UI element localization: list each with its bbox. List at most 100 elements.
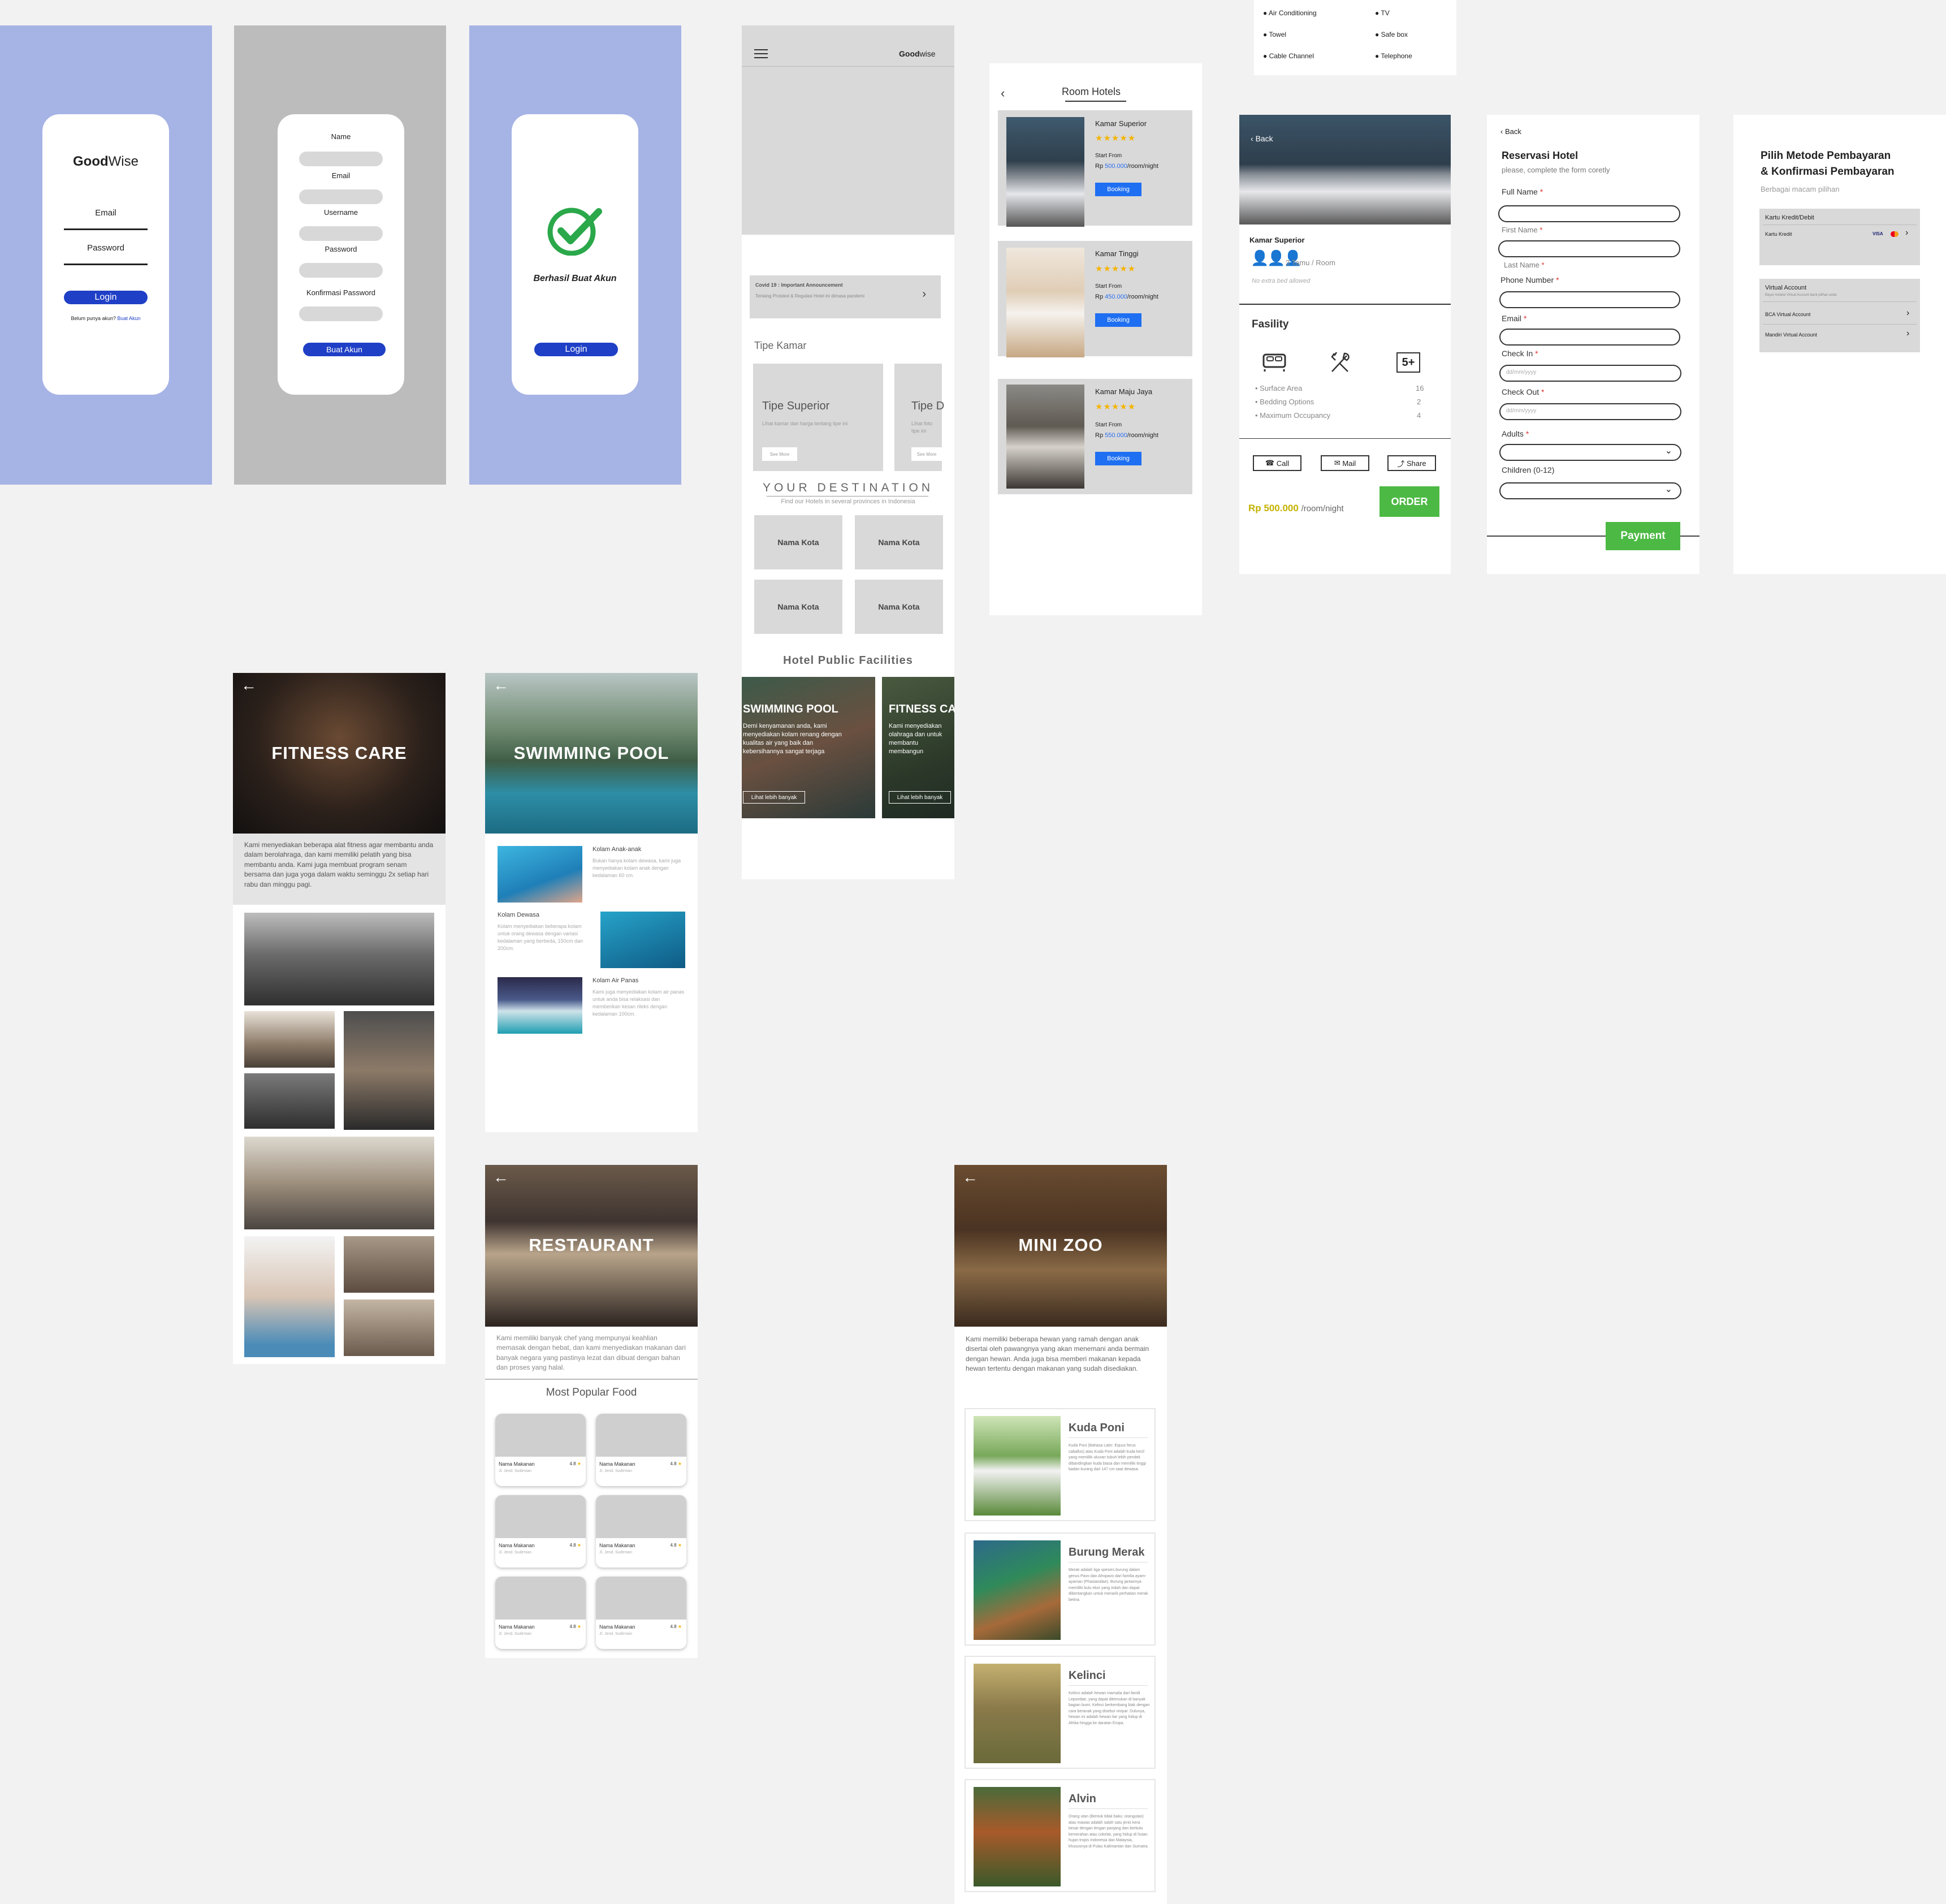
divider [1763, 224, 1917, 225]
food-card[interactable]: Nama Makanan 4.8 ★ Jl. Jend. Sudirman [495, 1414, 586, 1486]
chevron-right-icon[interactable]: › [1906, 308, 1909, 318]
register-screen: Name Email Username Password Konfirmasi … [234, 25, 446, 485]
card-option[interactable]: Kartu Kredit [1765, 231, 1792, 237]
menu-icon[interactable] [754, 48, 768, 58]
room-type-card-superior[interactable]: Tipe Superior Lihat kamar dan harga tent… [753, 364, 883, 471]
chevron-right-icon[interactable]: › [1906, 329, 1909, 339]
facility-card-fitness[interactable]: FITNESS CA Kami menyediakan olahraga dan… [882, 677, 954, 818]
animal-card[interactable]: Alvin Orang utan (Bentuk tidak baku: ora… [965, 1779, 1156, 1892]
see-more-button[interactable]: See More [762, 447, 797, 461]
username-label: Username [324, 208, 358, 217]
last-name-label: Last Name * [1504, 261, 1545, 269]
zoo-hero: ← MINI ZOO [954, 1165, 1167, 1327]
pool-photo [498, 846, 582, 903]
see-more-button[interactable]: See More [911, 447, 942, 461]
confirm-password-field[interactable] [299, 306, 383, 321]
password-field[interactable] [64, 264, 148, 265]
animal-description: Kelinci adalah hewan mamalia dari famili… [1069, 1691, 1150, 1725]
va-option[interactable]: BCA Virtual Account [1765, 312, 1810, 317]
confirm-password-label: Konfirmasi Password [306, 288, 376, 297]
facility-row-value: 2 [1417, 398, 1421, 406]
guests-count: 3 Tamu / Room [1286, 258, 1335, 267]
fitness-description: Kami menyediakan beberapa alat fitness a… [244, 841, 434, 888]
phone-field[interactable] [1499, 291, 1680, 308]
facility-row-value: 4 [1417, 411, 1421, 420]
booking-button[interactable]: Booking [1095, 452, 1141, 465]
password-field[interactable] [299, 263, 383, 278]
star-icon: ★ [677, 1461, 682, 1466]
username-field[interactable] [299, 226, 383, 241]
email-field[interactable] [64, 228, 148, 230]
facility-card-pool[interactable]: SWIMMING POOL Demi kenyamanan anda, kami… [742, 677, 875, 818]
city-card[interactable]: Nama Kota [754, 515, 842, 569]
full-name-label: Full Name * [1502, 187, 1543, 196]
group-title: Kartu Kredit/Debit [1765, 214, 1814, 221]
announcement-banner[interactable]: Covid 19 : Important Announcement Tentan… [750, 275, 941, 318]
login-button[interactable]: Login [534, 343, 618, 356]
room-type-title: Tipe D [911, 400, 945, 412]
animal-name: Burung Merak [1069, 1546, 1145, 1558]
back-arrow-icon[interactable]: ← [241, 676, 257, 694]
booking-button[interactable]: Booking [1095, 313, 1141, 327]
facility-more-button[interactable]: Lihat lebih banyak [889, 791, 951, 804]
login-card: GoodWise Email Password Login Belum puny… [42, 114, 169, 395]
first-name-field[interactable] [1498, 205, 1680, 222]
food-card[interactable]: Nama Makanan 4.8 ★ Jl. Jend. Sudirman [596, 1414, 686, 1486]
divider [485, 1379, 698, 1380]
email-label: Email [331, 171, 351, 180]
booking-button[interactable]: Booking [1095, 183, 1141, 196]
bed-icon [1262, 351, 1287, 373]
room-name: Kamar Superior [1095, 119, 1147, 128]
last-name-field[interactable] [1498, 240, 1680, 257]
payment-button[interactable]: Payment [1606, 522, 1680, 550]
children-label: Children (0-12) [1502, 465, 1555, 474]
login-button[interactable]: Login [64, 291, 148, 304]
city-card[interactable]: Nama Kota [855, 580, 943, 634]
city-name: Nama Kota [777, 538, 819, 547]
reservation-screen: ‹ Back Reservasi Hotel please, complete … [1487, 115, 1699, 574]
back-arrow-icon[interactable]: ← [493, 676, 509, 694]
va-option[interactable]: Mandiri Virtual Account [1765, 332, 1817, 338]
facility-more-button[interactable]: Lihat lebih banyak [743, 791, 805, 804]
signup-link[interactable]: Buat Akun [118, 316, 141, 321]
call-button[interactable]: ☎ Call [1253, 455, 1301, 471]
chevron-right-icon[interactable]: › [1905, 228, 1908, 238]
utensils-icon [1329, 350, 1353, 375]
food-card[interactable]: Nama Makanan 4.8 ★ Jl. Jend. Sudirman [596, 1577, 686, 1649]
five-plus-badge: 5+ [1396, 352, 1420, 373]
create-account-button[interactable]: Buat Akun [303, 343, 386, 356]
animal-card[interactable]: Kuda Poni Kuda Poni (Bahasa Latin: Equus… [965, 1408, 1156, 1521]
city-card[interactable]: Nama Kota [855, 515, 943, 569]
check-in-field[interactable]: dd/mm/yyyy [1499, 365, 1681, 382]
children-select[interactable]: ⌄ [1499, 482, 1681, 499]
divider [1763, 324, 1917, 325]
share-button[interactable]: ⤴ Share [1387, 455, 1436, 471]
room-type-card-2[interactable]: Tipe D Lihat foto tipe ini See More [894, 364, 945, 471]
room-name: Kamar Superior [1249, 236, 1305, 244]
back-arrow-icon[interactable]: ← [962, 1168, 978, 1186]
announcement-text: Tentang Protokol & Regulasi Hotel ini di… [755, 293, 864, 299]
register-card: Name Email Username Password Konfirmasi … [278, 114, 404, 395]
back-chevron-icon[interactable]: ‹ [1001, 86, 1005, 101]
food-card[interactable]: Nama Makanan 4.8 ★ Jl. Jend. Sudirman [495, 1577, 586, 1649]
signup-prompt: Belum punya akun? Buat Akun [71, 316, 141, 321]
order-button[interactable]: ORDER [1380, 486, 1439, 517]
food-card[interactable]: Nama Makanan 4.8 ★ Jl. Jend. Sudirman [495, 1495, 586, 1568]
city-card[interactable]: Nama Kota [754, 580, 842, 634]
facility-heading: Fasility [1252, 318, 1289, 330]
animal-card[interactable]: Burung Merak Merak adalah tiga spesies b… [965, 1532, 1156, 1646]
food-card[interactable]: Nama Makanan 4.8 ★ Jl. Jend. Sudirman [596, 1495, 686, 1568]
adults-select[interactable]: ⌄ [1499, 444, 1681, 461]
back-arrow-icon[interactable]: ← [493, 1168, 509, 1186]
mail-button[interactable]: ✉ Mail [1321, 455, 1369, 471]
amenity-item: ● Cable Channel [1263, 52, 1314, 60]
group-title: Virtual Account [1765, 284, 1807, 291]
back-button[interactable]: ‹ Back [1500, 127, 1521, 136]
email-field[interactable] [1499, 329, 1680, 346]
fitness-title: FITNESS CARE [271, 743, 407, 763]
email-field[interactable] [299, 189, 383, 204]
back-button[interactable]: ‹ Back [1251, 134, 1273, 143]
name-field[interactable] [299, 152, 383, 166]
check-out-field[interactable]: dd/mm/yyyy [1499, 403, 1681, 420]
animal-card[interactable]: Kelinci Kelinci adalah hewan mamalia dar… [965, 1656, 1156, 1769]
